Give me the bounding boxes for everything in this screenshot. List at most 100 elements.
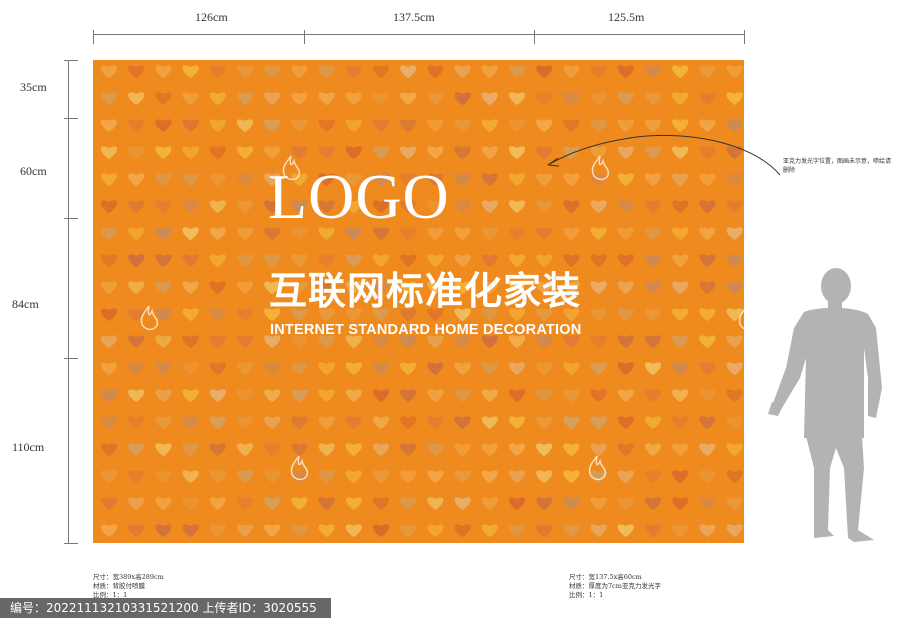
heart-pattern-item <box>264 389 281 403</box>
heart-pattern-item <box>454 92 471 106</box>
person-silhouette-icon <box>768 268 882 542</box>
heart-pattern-item <box>345 254 362 268</box>
heart-pattern-item <box>128 524 145 538</box>
heart-pattern-item <box>209 524 226 538</box>
heart-pattern-item <box>481 443 498 457</box>
heart-pattern-item <box>372 254 390 268</box>
heart-pattern-item <box>209 119 226 133</box>
heart-pattern-item <box>128 119 145 133</box>
heart-pattern-item <box>128 443 145 457</box>
heart-pattern-item <box>155 146 172 160</box>
heart-pattern-item <box>454 173 471 187</box>
heart-pattern-item <box>236 254 254 268</box>
heart-pattern-item <box>699 254 716 268</box>
heart-pattern-item <box>318 65 335 79</box>
heart-pattern-item <box>128 254 145 268</box>
heart-pattern-item <box>182 173 199 187</box>
watermark-id-bar: 编号：20221113210331521200 上传者ID：3020555 <box>0 598 331 618</box>
heart-pattern-item <box>291 254 308 268</box>
heart-pattern-item <box>536 362 553 376</box>
heart-pattern-item <box>617 470 634 484</box>
heart-pattern-item <box>400 65 417 79</box>
heart-pattern-item <box>155 227 172 241</box>
flame-logo-icon <box>588 455 607 481</box>
heart-pattern-item <box>345 92 362 106</box>
heart-pattern-item <box>128 65 145 79</box>
heart-pattern-item <box>264 92 281 106</box>
heart-pattern-item <box>617 254 634 268</box>
heart-pattern-item <box>155 281 172 295</box>
heart-pattern-item <box>481 92 498 106</box>
heart-pattern-item <box>155 443 172 457</box>
heart-pattern-item <box>291 65 308 79</box>
heart-pattern-item <box>699 443 716 457</box>
heart-pattern-item <box>155 497 172 511</box>
heart-pattern-item <box>318 389 335 403</box>
heart-pattern-item <box>699 497 716 511</box>
heart-pattern-item <box>454 389 471 403</box>
heart-pattern-item <box>128 362 145 376</box>
top-dimension-label: 126cm <box>195 10 228 24</box>
heart-pattern-item <box>617 200 634 214</box>
dimension-tick <box>64 358 78 359</box>
heart-pattern-item <box>481 497 498 511</box>
heart-pattern-item <box>236 389 254 403</box>
heart-pattern-item <box>372 146 390 160</box>
heart-pattern-item <box>128 416 145 430</box>
heart-pattern-item <box>209 470 226 484</box>
heart-pattern-item <box>454 65 471 79</box>
heart-pattern-item <box>644 389 662 403</box>
heart-pattern-item <box>672 470 689 484</box>
heart-pattern-item <box>236 497 254 511</box>
heart-pattern-item <box>182 524 199 538</box>
heart-pattern-item <box>427 146 444 160</box>
heart-pattern-item <box>644 416 662 430</box>
heart-pattern-item <box>236 308 254 322</box>
heart-pattern-item <box>318 443 335 457</box>
heart-pattern-item <box>182 92 199 106</box>
heart-pattern-item <box>400 443 417 457</box>
heart-pattern-item <box>563 227 580 241</box>
heart-pattern-item <box>128 200 145 214</box>
heart-pattern-item <box>100 281 118 295</box>
heart-pattern-item <box>536 254 553 268</box>
heart-pattern-item <box>454 200 471 214</box>
heart-pattern-item <box>400 389 417 403</box>
spec-line: 尺寸：宽389x高289cm <box>93 573 164 581</box>
heart-pattern-item <box>400 92 417 106</box>
heart-pattern-item <box>699 416 716 430</box>
dimension-tick <box>64 118 78 119</box>
heart-pattern-item <box>536 200 553 214</box>
heart-pattern-item <box>726 254 743 268</box>
heart-pattern-item <box>372 92 390 106</box>
heart-pattern-item <box>699 200 716 214</box>
heart-pattern-item <box>508 119 526 133</box>
spec-left: 尺寸：宽389x高289cm 材质：背胶付喷膜 比例：1：1 <box>93 573 164 600</box>
heart-pattern-item <box>672 281 689 295</box>
heart-pattern-item <box>590 227 607 241</box>
heart-pattern-item <box>644 308 662 322</box>
heart-pattern-item <box>155 389 172 403</box>
heart-pattern-item <box>318 416 335 430</box>
heart-pattern-item <box>699 470 716 484</box>
heart-pattern-item <box>481 65 498 79</box>
heart-pattern-item <box>481 254 498 268</box>
heart-pattern-item <box>699 308 716 322</box>
heart-pattern-item <box>617 227 634 241</box>
heart-pattern-item <box>345 389 362 403</box>
heart-pattern-item <box>644 443 662 457</box>
heart-pattern-item <box>508 362 526 376</box>
heart-pattern-item <box>372 389 390 403</box>
heart-pattern-item <box>590 416 607 430</box>
heart-pattern-item <box>617 362 634 376</box>
logo-text: LOGO <box>268 161 450 232</box>
heart-pattern-item <box>100 92 118 106</box>
heart-pattern-item <box>209 443 226 457</box>
heart-pattern-item <box>318 524 335 538</box>
heart-pattern-item <box>590 335 607 349</box>
heart-pattern-item <box>318 497 335 511</box>
heart-pattern-item <box>264 119 281 133</box>
heart-pattern-item <box>644 92 662 106</box>
heart-pattern-item <box>590 254 607 268</box>
heart-pattern-item <box>264 443 281 457</box>
